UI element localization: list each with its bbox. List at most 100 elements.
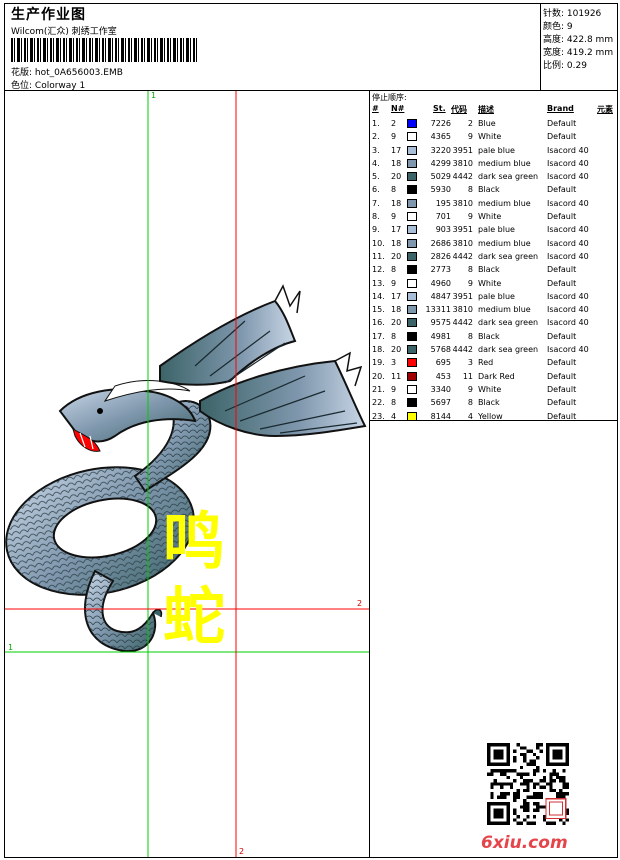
row-code: 8 [467, 398, 473, 408]
row-stitches: 5697 [430, 398, 451, 408]
row-index: 11. [372, 251, 385, 261]
table-row: 17. 8 4981 8 Black Default [371, 331, 617, 344]
row-needle: 9 [391, 278, 397, 288]
row-brand: Isacord 40 [547, 158, 589, 168]
row-code: 3 [467, 358, 473, 368]
row-stitches: 13311 [425, 305, 451, 315]
row-code: 3810 [452, 238, 473, 248]
guide-label-h2: 2 [357, 599, 363, 608]
row-brand: Default [547, 185, 577, 195]
row-description: Dark Red [478, 371, 515, 381]
row-description: dark sea green [478, 172, 539, 182]
row-stitches: 3340 [430, 384, 451, 394]
color-swatch [407, 119, 417, 128]
row-description: medium blue [478, 238, 531, 248]
stat-label: 宽度: [543, 48, 565, 58]
row-needle: 17 [391, 145, 402, 155]
row-needle: 11 [391, 371, 402, 381]
table-row: 16. 20 9575 4442 dark sea green Isacord 40 [371, 317, 617, 330]
guide-label-h1: 1 [8, 643, 14, 652]
table-row: 1. 2 7226 2 Blue Default [371, 118, 617, 131]
row-needle: 20 [391, 251, 402, 261]
row-needle: 2 [391, 119, 397, 128]
row-needle: 8 [391, 185, 397, 195]
header-element: 元素 [597, 105, 613, 114]
color-swatch [407, 132, 417, 142]
table-header: # N# St. 代码 描述 Brand 元素 [371, 104, 617, 116]
row-index: 16. [372, 318, 385, 328]
company-name: Wilcom(汇众) 刺绣工作室 [11, 27, 117, 37]
header-index: # [372, 104, 379, 113]
row-index: 12. [372, 265, 385, 275]
row-needle: 17 [391, 225, 402, 235]
row-code: 9 [467, 278, 473, 288]
row-description: White [478, 278, 502, 288]
row-brand: Isacord 40 [547, 225, 589, 235]
table-row: 7. 18 195 3810 medium blue Isacord 40 [371, 198, 617, 211]
row-description: White [478, 384, 502, 394]
stat-scale: 比例: 0.29 [543, 58, 587, 71]
table-row: 3. 17 3220 3951 pale blue Isacord 40 [371, 145, 617, 158]
table-row: 10. 18 2686 3810 medium blue Isacord 40 [371, 238, 617, 251]
row-brand: Default [547, 398, 577, 408]
row-description: pale blue [478, 291, 515, 301]
color-swatch [407, 371, 417, 381]
color-swatch [407, 251, 417, 261]
table-row: 21. 9 3340 9 White Default [371, 384, 617, 397]
row-index: 9. [372, 225, 380, 235]
guide-label-v1: 1 [151, 91, 157, 100]
stat-width: 宽度: 419.2 mm [543, 45, 613, 58]
row-brand: Isacord 40 [547, 238, 589, 248]
row-brand: Default [547, 411, 577, 421]
row-stitches: 195 [435, 198, 451, 208]
stat-colors: 颜色: 9 [543, 19, 573, 32]
row-index: 1. [372, 119, 380, 128]
color-swatch [407, 172, 417, 182]
row-code: 4442 [452, 345, 473, 355]
row-description: White [478, 212, 502, 222]
color-swatch [407, 411, 417, 421]
table-row: 12. 8 2773 8 Black Default [371, 264, 617, 277]
header-info: 生产作业图 Wilcom(汇众) 刺绣工作室 花版: hot_0A656003.… [9, 4, 543, 91]
row-stitches: 4365 [430, 132, 451, 142]
row-brand: Default [547, 119, 577, 128]
design-file-row: 花版: hot_0A656003.EMB [11, 65, 123, 78]
row-description: medium blue [478, 198, 531, 208]
row-brand: Isacord 40 [547, 345, 589, 355]
row-code: 8 [467, 331, 473, 341]
table-row: 11. 20 2826 4442 dark sea green Isacord 40 [371, 251, 617, 264]
row-code: 8 [467, 185, 473, 195]
design-file-label: 花版: [11, 68, 33, 78]
row-brand: Isacord 40 [547, 251, 589, 261]
row-index: 15. [372, 305, 385, 315]
stat-value: 422.8 mm [566, 35, 614, 45]
row-code: 11 [462, 371, 473, 381]
row-index: 19. [372, 358, 385, 368]
barcode [11, 38, 197, 62]
color-swatch [407, 384, 417, 394]
color-swatch [407, 158, 417, 168]
row-description: Blue [478, 119, 496, 128]
row-stitches: 2826 [430, 251, 451, 261]
table-row: 19. 3 695 3 Red Default [371, 357, 617, 370]
header-description: 描述 [478, 105, 494, 114]
row-code: 9 [467, 212, 473, 222]
row-description: medium blue [478, 305, 531, 315]
row-description: dark sea green [478, 345, 539, 355]
row-needle: 20 [391, 345, 402, 355]
row-stitches: 5029 [430, 172, 451, 182]
row-needle: 20 [391, 318, 402, 328]
table-row: 23. 4 8144 4 Yellow Default [371, 411, 617, 424]
row-description: pale blue [478, 145, 515, 155]
row-index: 18. [372, 345, 385, 355]
row-brand: Isacord 40 [547, 172, 589, 182]
row-stitches: 4299 [430, 158, 451, 168]
table-row: 9. 17 903 3951 pale blue Isacord 40 [371, 224, 617, 237]
table-row: 18. 20 5768 4442 dark sea green Isacord 40 [371, 344, 617, 357]
row-code: 3810 [452, 305, 473, 315]
row-code: 3951 [452, 291, 473, 301]
stat-label: 针数: [543, 9, 565, 19]
row-code: 4442 [452, 318, 473, 328]
row-needle: 9 [391, 384, 397, 394]
row-stitches: 4960 [430, 278, 451, 288]
